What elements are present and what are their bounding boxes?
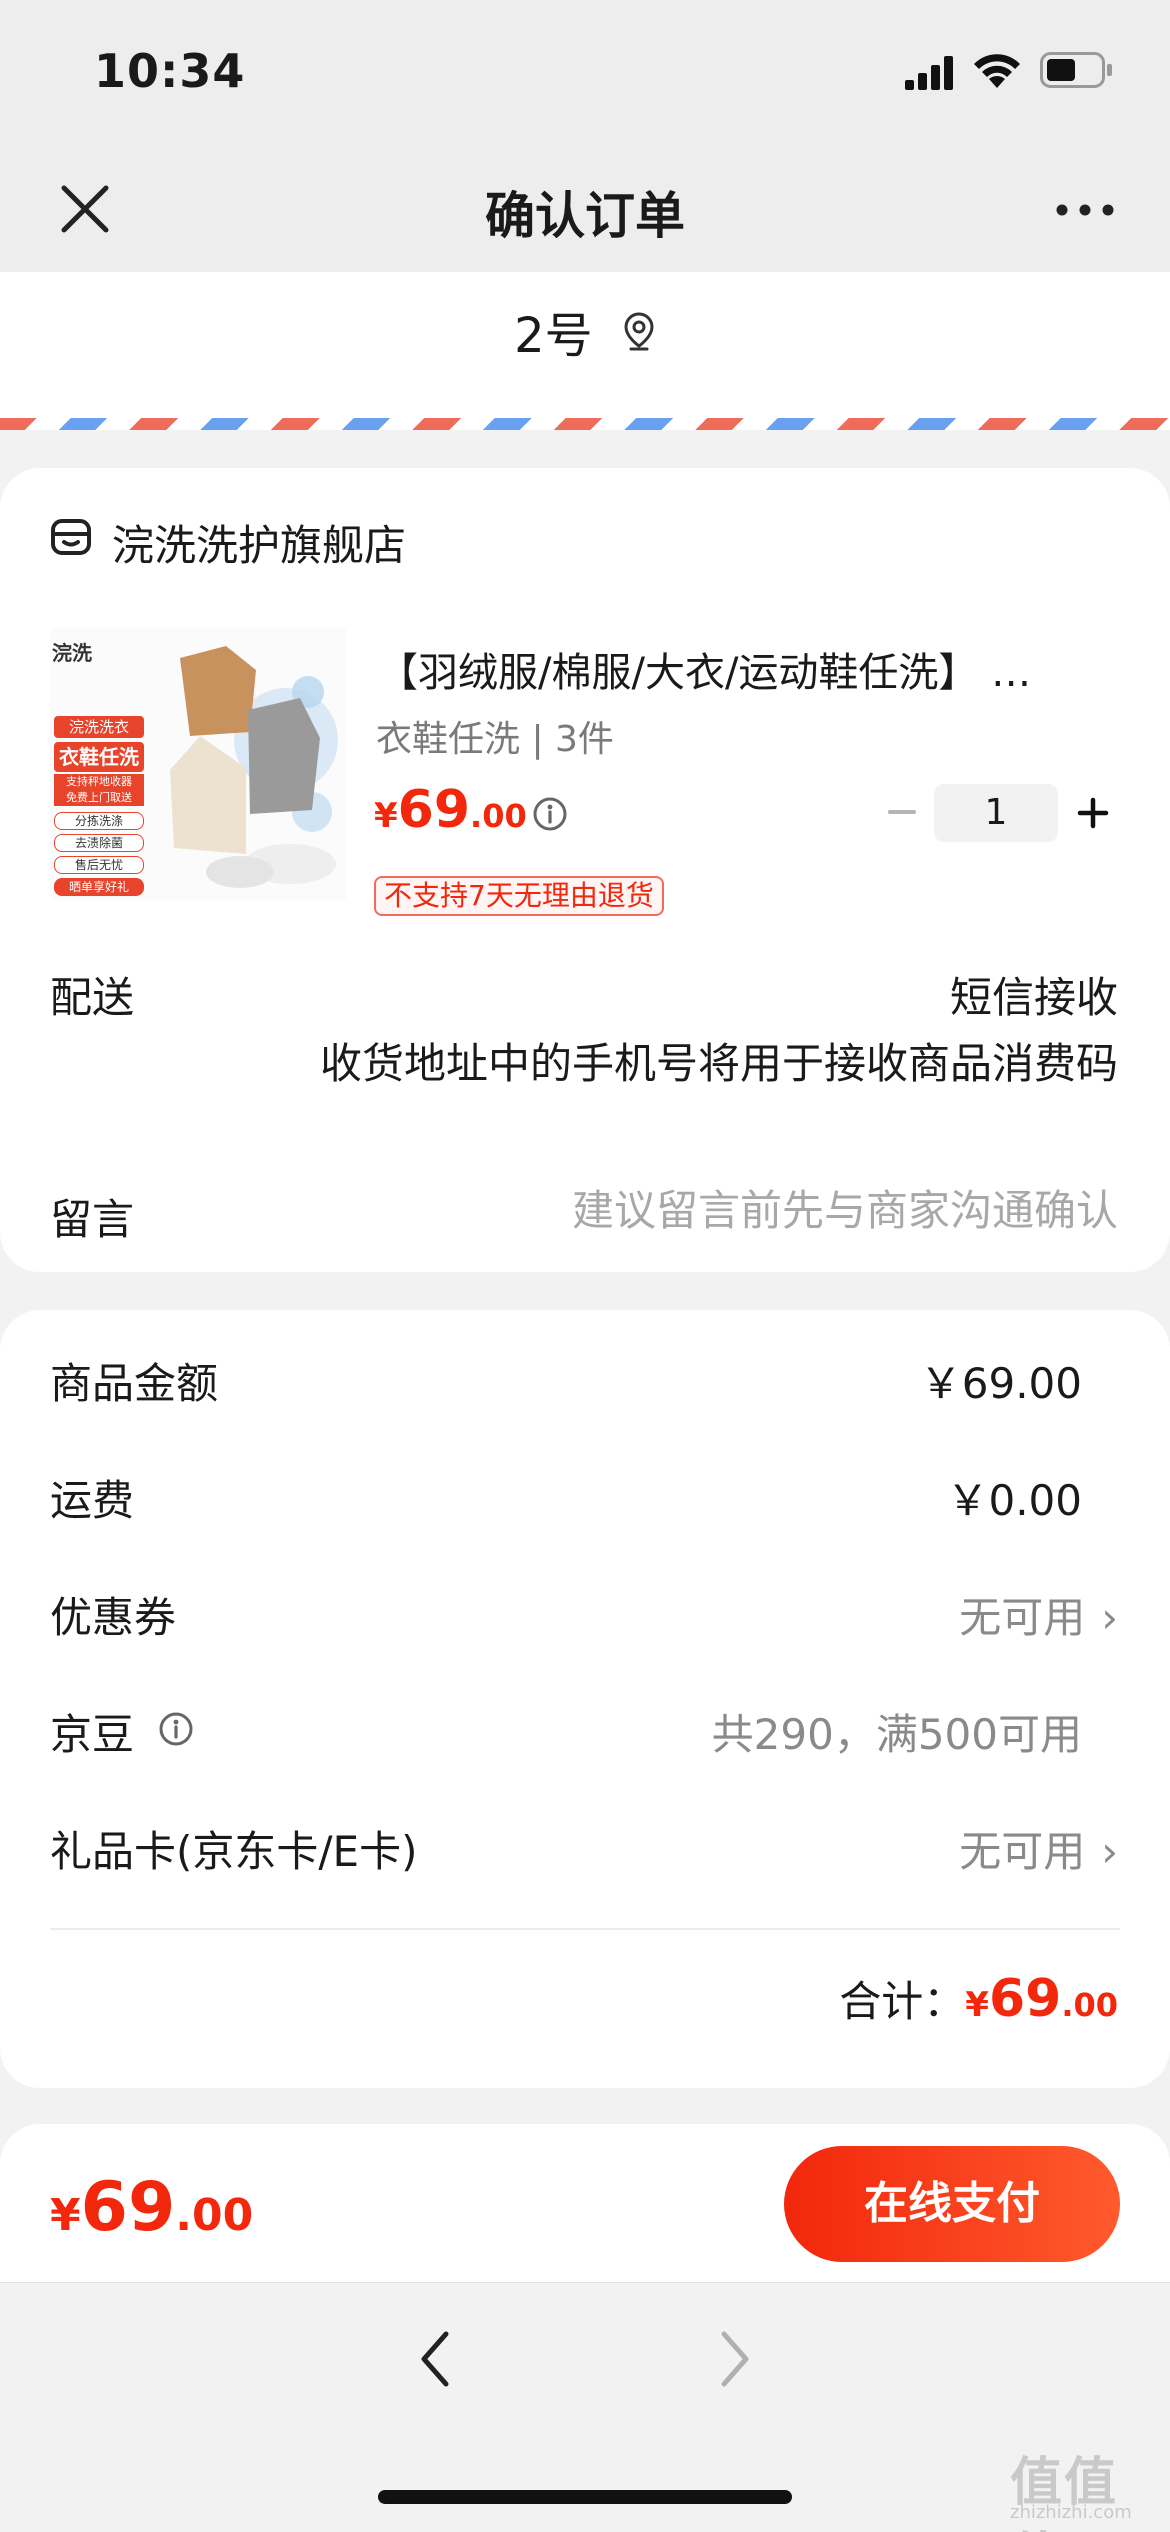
quantity-value[interactable]: 1 — [934, 784, 1058, 842]
price-decimal: .00 — [470, 797, 527, 835]
address-detail-overflow — [0, 382, 1170, 418]
price-currency: ¥ — [374, 796, 398, 836]
order-total: 合计：¥69.00 — [839, 1968, 1118, 2029]
message-label: 留言 — [50, 1195, 135, 1244]
product-image-brand: 浣洗 — [52, 641, 92, 665]
total-integer: 69 — [988, 1969, 1062, 2029]
pay-online-button[interactable]: 在线支付 — [784, 2146, 1120, 2262]
delivery-label: 配送 — [50, 973, 135, 1022]
giftcard-selector[interactable]: 无可用 › — [959, 1818, 1118, 1879]
store-name[interactable]: 浣洗洗护旗舰店 — [112, 512, 406, 573]
product-thumbnail[interactable]: 浣洗 浣洗洗衣 衣鞋任洗 支持秤地收器 免费上门取送 分拣洗涤 去渍除菌 售后无… — [50, 628, 346, 900]
product-image-line-2: 衣鞋任洗 — [54, 742, 144, 772]
home-indicator[interactable] — [378, 2490, 792, 2504]
product-spec: 衣鞋任洗 | 3件 — [376, 719, 614, 760]
product-image-line-3: 支持秤地收器 — [54, 774, 144, 790]
shipping-label: 运费 — [50, 1476, 135, 1525]
coupon-selector[interactable]: 无可用 › — [959, 1584, 1118, 1645]
return-policy-badge: 不支持7天无理由退货 — [374, 876, 664, 916]
address-selector[interactable]: 2号 — [0, 296, 1170, 366]
product-image-line-4: 免费上门取送 — [54, 790, 144, 806]
checkout-integer: 69 — [80, 2168, 176, 2247]
jingdou-value: 共290，满500可用 — [711, 1710, 1082, 1759]
price-integer: 69 — [397, 780, 471, 840]
jingdou-info-icon[interactable] — [158, 1711, 194, 1747]
summary-divider — [50, 1928, 1120, 1930]
location-pin-icon — [624, 312, 654, 351]
page-title: 确认订单 — [485, 187, 685, 245]
delivery-note: 收货地址中的手机号将用于接收商品消费码 — [319, 1039, 1118, 1088]
giftcard-value: 无可用 — [959, 1827, 1086, 1876]
message-input[interactable] — [418, 1186, 1118, 1235]
watermark-url: zhizhizhi.com — [1010, 2502, 1132, 2523]
product-image-line-5: 分拣洗涤 — [54, 812, 144, 830]
forward-arrow-icon[interactable] — [712, 2326, 758, 2392]
checkout-currency: ¥ — [50, 2190, 81, 2241]
product-title[interactable]: 【羽绒服/棉服/大衣/运动鞋任洗】 … — [378, 640, 1118, 698]
quantity-decrease-button[interactable] — [882, 792, 922, 832]
total-label: 合计： — [839, 1977, 966, 2026]
product-image-line-1: 浣洗洗衣 — [54, 716, 144, 738]
wifi-icon — [974, 54, 1020, 88]
more-options-icon[interactable] — [1052, 190, 1118, 230]
cellular-signal-icon — [905, 56, 953, 90]
total-currency: ¥ — [965, 1985, 989, 2025]
checkout-decimal: .00 — [175, 2190, 254, 2241]
checkout-price: ¥69.00 — [50, 2168, 253, 2247]
battery-icon — [1040, 52, 1112, 88]
quantity-increase-button[interactable] — [1074, 794, 1112, 832]
jingdou-label: 京豆 — [50, 1710, 135, 1759]
product-image-line-7: 售后无忧 — [54, 856, 144, 874]
total-decimal: .00 — [1061, 1986, 1118, 2024]
giftcard-label: 礼品卡(京东卡/E卡) — [50, 1827, 418, 1876]
coupon-label: 优惠券 — [50, 1593, 177, 1642]
product-image-line-8: 晒单享好礼 — [54, 878, 144, 896]
envelope-stripe-divider — [0, 418, 1170, 430]
coupon-value: 无可用 — [959, 1593, 1086, 1642]
product-image-line-6: 去渍除菌 — [54, 834, 144, 852]
goods-amount-label: 商品金额 — [50, 1359, 219, 1408]
status-time: 10:34 — [94, 44, 246, 98]
back-arrow-icon[interactable] — [412, 2326, 458, 2392]
product-price: ¥69.00 — [374, 780, 527, 840]
shipping-value: ￥0.00 — [946, 1476, 1082, 1525]
price-info-icon[interactable] — [532, 796, 568, 832]
chevron-right-icon: › — [1101, 1827, 1118, 1876]
store-icon — [51, 519, 91, 555]
address-label: 2号 — [514, 308, 593, 364]
delivery-value: 短信接收 — [949, 973, 1118, 1022]
goods-amount-value: ￥69.00 — [919, 1359, 1082, 1408]
chevron-right-icon: › — [1101, 1593, 1118, 1642]
